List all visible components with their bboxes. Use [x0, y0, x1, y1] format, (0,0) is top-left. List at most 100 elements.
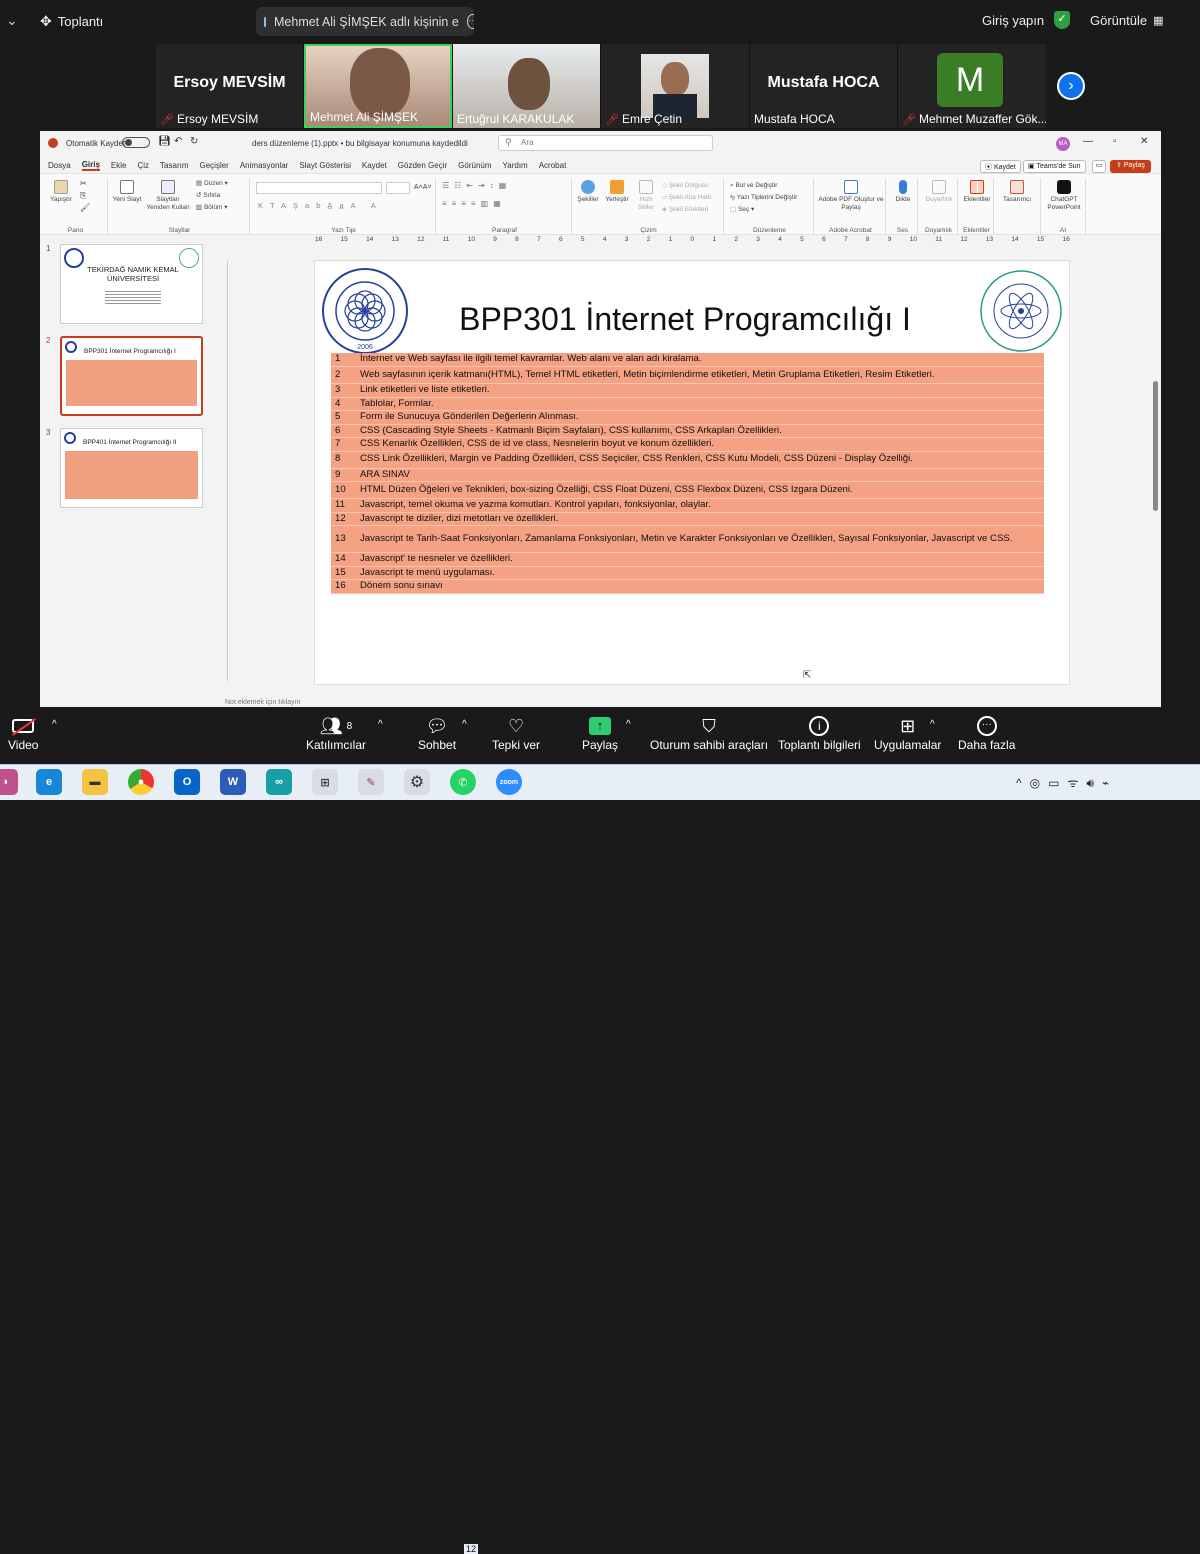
table-row[interactable]: 16 Dönem sonu sınavı	[331, 579, 1044, 594]
table-row[interactable]: 9 ARA SINAV	[331, 468, 1044, 482]
chatgpt-button[interactable]: ChatGPT PowerPoint	[1043, 180, 1085, 212]
participant-tile[interactable]: M 🎤︎ Mehmet Muzaffer Gök...	[898, 44, 1046, 128]
outlook-icon[interactable]: O	[174, 769, 200, 795]
meeting-info-button[interactable]: i Toplantı bilgileri	[778, 714, 861, 752]
table-row[interactable]: 14 Javascript' te nesneler ve özellikleri…	[331, 552, 1044, 567]
ribbon-tab[interactable]: Görünüm	[458, 161, 491, 170]
participant-tile[interactable]: 🎤︎ Emre Çetin	[601, 44, 749, 128]
avatar[interactable]: MA	[1056, 137, 1070, 151]
ribbon-tab[interactable]: Dosya	[48, 161, 71, 170]
ribbon-tab[interactable]: Geçişler	[200, 161, 229, 170]
font-format-buttons[interactable]: KTAŞabA̲a̲A A	[258, 202, 436, 210]
shape-effects-button[interactable]: ◈ Şekil Efektleri	[662, 206, 708, 214]
file-title[interactable]: ders düzenleme (1).pptx • bu bilgisayar …	[252, 139, 468, 148]
table-row[interactable]: 4 Tablolar, Formlar.	[331, 397, 1044, 411]
find-replace-button[interactable]: ⌕ Bul ve Değiştir	[730, 182, 777, 190]
ribbon-tab[interactable]: Ekle	[111, 161, 127, 170]
quick-styles-button[interactable]: Hızlı Stiller	[632, 180, 660, 212]
close-icon[interactable]: ✕	[1140, 136, 1148, 147]
vertical-scrollbar[interactable]	[1153, 381, 1158, 511]
video-button[interactable]: Video	[8, 714, 38, 752]
select-button[interactable]: ⬚ Seç ▾	[730, 206, 754, 214]
copilot-icon[interactable]: ◑	[0, 769, 18, 795]
record-button[interactable]: ⦿ Kaydet	[980, 160, 1021, 173]
format-painter-icon[interactable]: 🖌︎	[80, 204, 90, 212]
chat-button[interactable]: 💬︎ Sohbet	[418, 714, 456, 753]
chrome-icon[interactable]: ●	[128, 769, 154, 795]
adobe-pdf-button[interactable]: Adobe PDF Oluştur ve Paylaş	[818, 180, 884, 212]
reuse-slides-button[interactable]: Slaytları Yeniden Kullan	[144, 180, 192, 212]
reset-button[interactable]: ↺ Sıfırla	[196, 192, 220, 200]
ribbon-tab[interactable]: Slayt Gösterisi	[299, 161, 351, 170]
arrange-button[interactable]: Yerleştir	[602, 180, 632, 204]
table-row[interactable]: 12 Javascript te diziler, dizi metotları …	[331, 512, 1044, 526]
ribbon-tab[interactable]: Tasarım	[160, 161, 188, 170]
chevron-up-icon[interactable]: ^	[52, 719, 57, 730]
host-tools-button[interactable]: ⛉ Oturum sahibi araçları	[650, 714, 768, 753]
designer-button[interactable]: Tasarımcı	[998, 180, 1036, 204]
share-screen-button[interactable]: ↑ Paylaş	[582, 714, 618, 752]
file-explorer-icon[interactable]: ▬	[82, 769, 108, 795]
slide-thumbnail[interactable]: BPP401 İnternet Programcılığı II	[60, 428, 203, 508]
section-button[interactable]: ▥ Bölüm ▾	[196, 204, 227, 212]
participant-tile[interactable]: Ertuğrul KARAKULAK	[453, 44, 600, 128]
shape-fill-button[interactable]: ◇ Şekil Dolgusu	[662, 182, 709, 190]
font-size-icons[interactable]: A˄A˅	[414, 184, 432, 192]
react-button[interactable]: ♡ Tepki ver	[492, 714, 540, 753]
save-icon[interactable]: 💾︎	[158, 136, 171, 147]
grid-app-icon[interactable]: ⊞	[312, 769, 338, 795]
slide-canvas[interactable]: 2006 BPP301 İnternet Programcılığı I 1 İn…	[314, 260, 1070, 685]
word-icon[interactable]: W	[220, 769, 246, 795]
teams-present-button[interactable]: ▣ Teams'de Sun	[1023, 160, 1086, 173]
table-row[interactable]: 3 Link etiketleri ve liste etiketleri.	[331, 383, 1044, 398]
sign-in-button[interactable]: Giriş yapın	[982, 13, 1044, 28]
meeting-button[interactable]: ✥ Toplantı	[40, 13, 103, 30]
whatsapp-icon[interactable]: ✆	[450, 769, 476, 795]
shield-check-icon[interactable]: ✓	[1054, 11, 1070, 29]
ribbon-tab[interactable]: Çiz	[137, 161, 149, 170]
table-row[interactable]: 8 CSS Link Özellikleri, Margin ve Padding…	[331, 451, 1044, 469]
cut-icon[interactable]: ✂	[80, 180, 87, 188]
table-row[interactable]: 15 Javascript te menü uygulaması.	[331, 566, 1044, 580]
addins-button[interactable]: Eklentiler	[962, 180, 992, 204]
table-row[interactable]: 5 Form ile Sunucuya Gönderilen Değerlerin…	[331, 410, 1044, 425]
maximize-icon[interactable]: ▫	[1113, 136, 1117, 147]
new-slide-button[interactable]: Yeni Slayt	[112, 180, 142, 204]
table-row[interactable]: 13 Javascript te Tarih-Saat Fonksiyonları…	[331, 525, 1044, 553]
autosave-toggle[interactable]	[122, 137, 150, 148]
slide-title[interactable]: BPP301 İnternet Programcılığı I	[435, 301, 935, 338]
ribbon-tab[interactable]: Acrobat	[539, 161, 567, 170]
comment-icon[interactable]: ▭	[1092, 160, 1106, 173]
sensitivity-button[interactable]: Duyarlılık	[922, 180, 956, 204]
search-input[interactable]: ⚲ Ara	[498, 135, 713, 151]
minimize-icon[interactable]: —	[1083, 136, 1093, 147]
font-family-select[interactable]	[256, 182, 382, 194]
participant-tile[interactable]: Ersoy MEVSİM 🎤︎ Ersoy MEVSİM	[156, 44, 303, 128]
replace-fonts-button[interactable]: ᵃᵦ Yazı Tiplerini Değiştir	[730, 194, 797, 202]
ribbon-tab[interactable]: Giriş	[81, 160, 100, 171]
chevron-up-icon[interactable]: ^	[378, 719, 383, 730]
chevron-up-icon[interactable]: ^	[930, 719, 935, 730]
align-buttons[interactable]: ≡≡≡≡▥▦	[442, 200, 572, 208]
share-button[interactable]: ⇪ Paylaş	[1110, 160, 1151, 173]
arduino-icon[interactable]: ∞	[266, 769, 292, 795]
system-tray-icons[interactable]: ^◎▭ᯤ🔊︎⌁	[1016, 774, 1117, 791]
more-options-icon[interactable]: ···	[466, 14, 474, 29]
settings-gear-icon[interactable]: ⚙	[404, 769, 430, 795]
table-row[interactable]: 11 Javascript, temel okuma ve yazma komut…	[331, 498, 1044, 513]
active-speaker-tile[interactable]: Mehmet Ali ŞİMŞEK	[304, 44, 452, 128]
ribbon-tab[interactable]: Kaydet	[362, 161, 387, 170]
ribbon-tab[interactable]: Animasyonlar	[240, 161, 288, 170]
dictate-button[interactable]: Dikte	[890, 180, 916, 204]
font-size-select[interactable]	[386, 182, 410, 194]
shape-outline-button[interactable]: ▱ Şekil Ana Hattı	[662, 194, 711, 202]
table-row[interactable]: 10 HTML Düzen Öğeleri ve Teknikleri, box-…	[331, 481, 1044, 499]
table-row[interactable]: 1 İnternet ve Web sayfası ile ilgili teme…	[331, 353, 1044, 367]
zoom-app-icon[interactable]: zoom	[496, 769, 522, 795]
table-row[interactable]: 2 Web sayfasının içerik katmanı(HTML), Te…	[331, 366, 1044, 384]
redo-icon[interactable]: ↻	[190, 136, 198, 147]
participant-tile[interactable]: Mustafa HOCA Mustafa HOCA	[750, 44, 897, 128]
slide-thumbnail-selected[interactable]: BPP301 İnternet Programcılığı I	[60, 336, 203, 416]
edge-icon[interactable]: e	[36, 769, 62, 795]
paste-button[interactable]: Yapıştır	[48, 180, 74, 204]
